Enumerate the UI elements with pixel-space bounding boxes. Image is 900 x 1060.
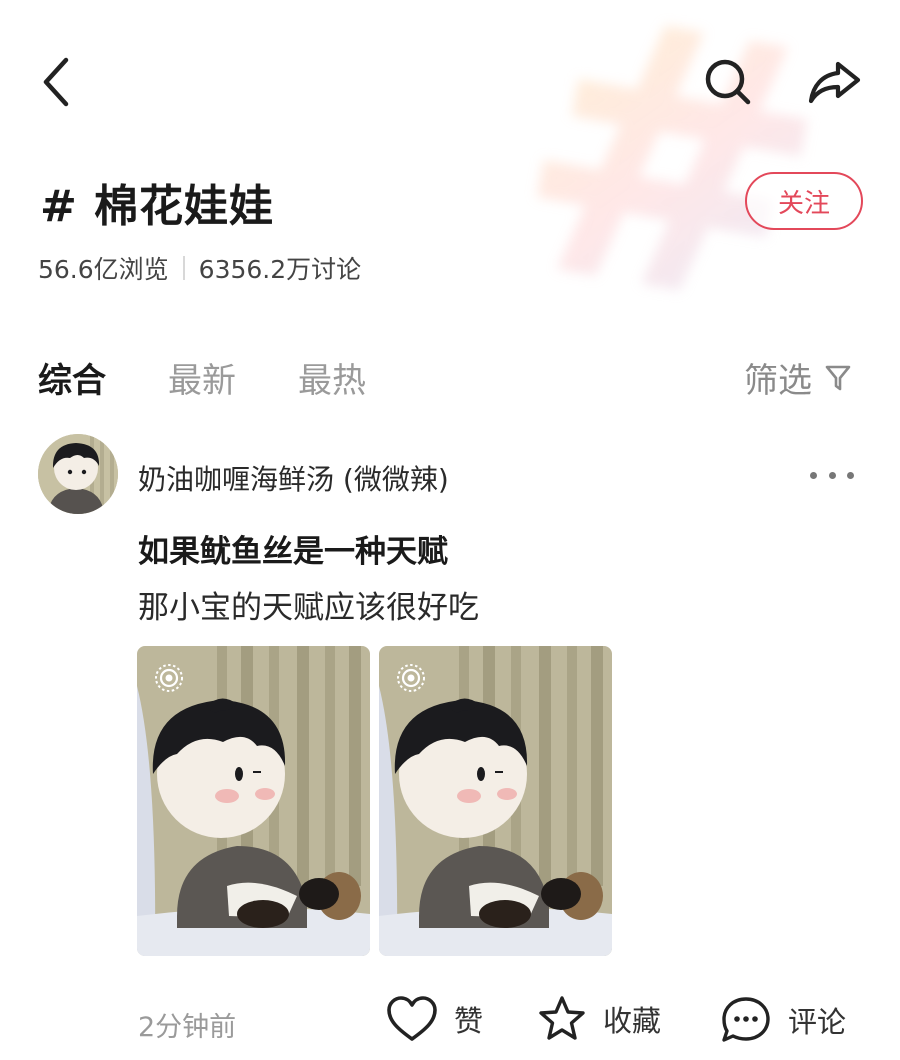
- tab-comprehensive[interactable]: 综合: [38, 353, 106, 402]
- topic-title: # 棉花娃娃: [40, 181, 275, 232]
- like-button[interactable]: 赞: [386, 995, 483, 1043]
- post-card[interactable]: 奶油咖喱海鲜汤 (微微辣) 如果鱿鱼丝是一种天赋 那小宝的天赋应该很好吃 2分钟…: [0, 430, 900, 1060]
- topic-stats: 56.6亿浏览 6356.2万讨论: [38, 250, 361, 286]
- share-arrow-icon: [808, 61, 861, 104]
- chevron-left-icon: [43, 57, 69, 107]
- tab-latest[interactable]: 最新: [168, 353, 236, 402]
- collect-button[interactable]: 收藏: [537, 995, 661, 1043]
- top-bar: [0, 40, 900, 130]
- post-title: 如果鱿鱼丝是一种天赋: [138, 534, 448, 570]
- like-label: 赞: [454, 1004, 484, 1038]
- comment-bubble-icon: [722, 997, 770, 1042]
- search-button[interactable]: [700, 54, 756, 110]
- back-button[interactable]: [28, 54, 84, 110]
- comment-label: 评论: [788, 1005, 847, 1039]
- post-photo[interactable]: [137, 646, 370, 956]
- views-count: 56.6亿浏览: [38, 255, 169, 284]
- feed-tabs: 综合 最新 最热 筛选: [0, 345, 900, 405]
- live-photo-icon: [155, 664, 183, 692]
- more-dot-icon: [847, 471, 854, 479]
- filter-label: 筛选: [744, 361, 812, 401]
- heart-icon: [387, 996, 437, 1041]
- follow-button[interactable]: 关注: [745, 172, 863, 230]
- post-body: 那小宝的天赋应该很好吃: [138, 590, 479, 626]
- tab-hottest[interactable]: 最热: [298, 353, 366, 402]
- post-time: 2分钟前: [138, 1012, 237, 1043]
- discussions-count: 6356.2万讨论: [198, 255, 362, 284]
- post-photo[interactable]: [379, 646, 612, 956]
- more-dot-icon: [828, 471, 836, 479]
- filter-button[interactable]: 筛选: [744, 353, 852, 402]
- avatar[interactable]: [38, 434, 118, 514]
- collect-label: 收藏: [603, 1004, 662, 1038]
- filter-funnel-icon: [824, 363, 852, 393]
- star-icon: [539, 996, 585, 1040]
- author-name[interactable]: 奶油咖喱海鲜汤 (微微辣): [138, 458, 449, 498]
- live-photo-icon: [397, 664, 425, 692]
- search-icon: [705, 59, 751, 105]
- more-dot-icon: [810, 471, 817, 479]
- more-options-button[interactable]: [810, 460, 854, 490]
- post-footer: 2分钟前 赞 收藏 评论: [0, 985, 900, 1055]
- stats-divider: [182, 256, 185, 280]
- share-button[interactable]: [804, 54, 864, 110]
- comment-button[interactable]: 评论: [720, 995, 846, 1045]
